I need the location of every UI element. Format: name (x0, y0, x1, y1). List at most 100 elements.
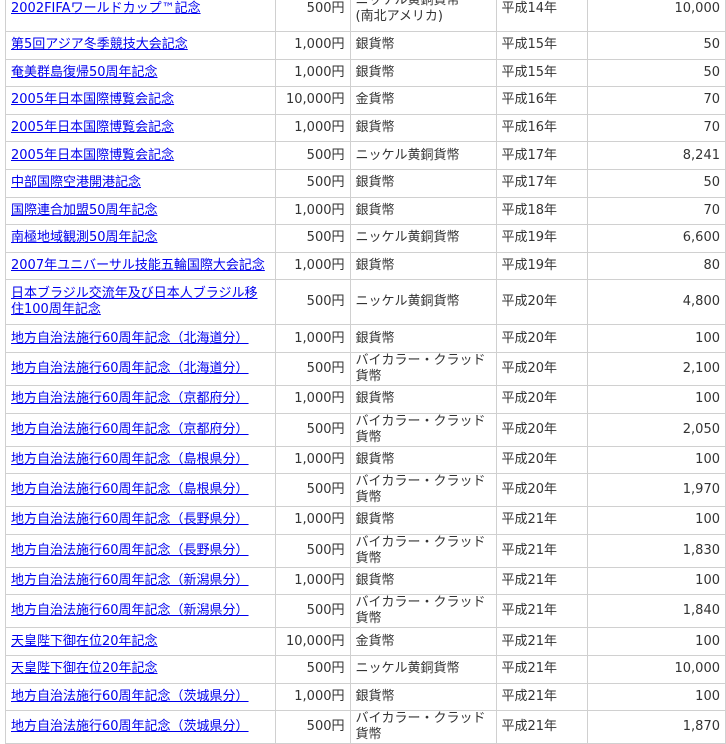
coin-name-cell: 地方自治法施行60周年記念（新潟県分） (4, 566, 277, 596)
material-cell: 金貨幣 (349, 86, 497, 115)
coin-name-link[interactable]: 地方自治法施行60周年記念（長野県分） (11, 512, 249, 527)
coin-name-link[interactable]: 2007年ユニバーサル技能五輪国際大会記念 (11, 258, 265, 273)
coin-name-link[interactable]: 地方自治法施行60周年記念（北海道分） (11, 361, 249, 376)
table-row: 2007年ユニバーサル技能五輪国際大会記念 1,000円 銀貨幣 平成19年 80 (4, 251, 726, 281)
quantity-cell: 1,870 (586, 710, 726, 744)
coin-name-link[interactable]: 2005年日本国際博覧会記念 (11, 92, 174, 107)
coin-name-link[interactable]: 地方自治法施行60周年記念（茨城県分） (11, 719, 249, 734)
material-cell: 銀貨幣 (349, 113, 497, 143)
coin-name-link[interactable]: 南極地域観測50周年記念 (11, 230, 158, 245)
quantity-cell: 2,100 (586, 351, 726, 386)
issue-year-cell: 平成21年 (495, 566, 588, 596)
face-value-cell: 500円 (275, 351, 351, 386)
coin-name-cell: 地方自治法施行60周年記念（北海道分） (4, 351, 277, 386)
face-value-cell: 1,000円 (275, 113, 351, 143)
material-cell: 銀貨幣 (349, 445, 497, 475)
coin-name-link[interactable]: 地方自治法施行60周年記念（長野県分） (11, 543, 249, 558)
coin-name-link[interactable]: 地方自治法施行60周年記念（新潟県分） (11, 603, 249, 618)
coin-name-link[interactable]: 地方自治法施行60周年記念（新潟県分） (11, 573, 249, 588)
table-row: 地方自治法施行60周年記念（新潟県分） 1,000円 銀貨幣 平成21年 100 (4, 566, 726, 596)
quantity-cell: 100 (586, 627, 726, 656)
coin-name-link[interactable]: 天皇陛下御在位20年記念 (11, 634, 158, 649)
quantity-cell: 1,970 (586, 473, 726, 508)
quantity-cell: 8,241 (586, 141, 726, 170)
issue-year-cell: 平成15年 (495, 58, 588, 88)
coin-name-link[interactable]: 2002FIFAワールドカップ™記念 (11, 1, 201, 16)
issue-year-cell: 平成20年 (495, 473, 588, 508)
coin-name-cell: 地方自治法施行60周年記念（島根県分） (4, 473, 277, 508)
face-value-cell: 500円 (275, 710, 351, 744)
coin-name-link[interactable]: 第5回アジア冬季競技大会記念 (11, 37, 188, 52)
coin-name-link[interactable]: 地方自治法施行60周年記念（島根県分） (11, 482, 249, 497)
quantity-cell: 100 (586, 445, 726, 475)
quantity-cell: 2,050 (586, 412, 726, 447)
table-row: 地方自治法施行60周年記念（北海道分） 500円 バイカラー・クラッド貨幣 平成20年… (4, 351, 726, 386)
issue-year-cell: 平成21年 (495, 627, 588, 656)
coin-name-cell: 国際連合加盟50周年記念 (4, 196, 277, 226)
coin-name-cell: 南極地域観測50周年記念 (4, 224, 277, 253)
coin-name-link[interactable]: 日本ブラジル交流年及び日本人ブラジル移住100周年記念 (11, 286, 257, 317)
issue-year-cell: 平成21年 (495, 506, 588, 535)
material-cell: 銀貨幣 (349, 682, 497, 712)
table-row: 地方自治法施行60周年記念（茨城県分） 500円 バイカラー・クラッド貨幣 平成21年… (4, 710, 726, 744)
face-value-cell: 500円 (275, 279, 351, 326)
quantity-cell: 70 (586, 86, 726, 115)
material-cell: 銀貨幣 (349, 196, 497, 226)
material-cell: バイカラー・クラッド貨幣 (349, 710, 497, 744)
coin-name-link[interactable]: 中部国際空港開港記念 (11, 175, 141, 190)
table-row: 2002FIFAワールドカップ™記念 500円 ニッケル黄銅貨幣 (南北アメリカ) 平… (4, 0, 726, 32)
material-cell: ニッケル黄銅貨幣 (349, 141, 497, 170)
quantity-cell: 6,600 (586, 224, 726, 253)
coin-name-link[interactable]: 天皇陛下御在位20年記念 (11, 661, 158, 676)
material-cell: バイカラー・クラッド貨幣 (349, 533, 497, 568)
coin-name-link[interactable]: 国際連合加盟50周年記念 (11, 203, 158, 218)
table-row: 地方自治法施行60周年記念（京都府分） 1,000円 銀貨幣 平成20年 100 (4, 384, 726, 414)
coin-name-cell: 地方自治法施行60周年記念（北海道分） (4, 324, 277, 353)
face-value-cell: 500円 (275, 533, 351, 568)
face-value-cell: 1,000円 (275, 682, 351, 712)
issue-year-cell: 平成20年 (495, 412, 588, 447)
table-row: 2005年日本国際博覧会記念 1,000円 銀貨幣 平成16年 70 (4, 113, 726, 143)
issue-year-cell: 平成21年 (495, 654, 588, 684)
issue-year-cell: 平成20年 (495, 445, 588, 475)
coin-name-cell: 天皇陛下御在位20年記念 (4, 627, 277, 656)
quantity-cell: 70 (586, 113, 726, 143)
material-cell: 銀貨幣 (349, 506, 497, 535)
coin-name-link[interactable]: 奄美群島復帰50周年記念 (11, 65, 158, 80)
material-cell: 銀貨幣 (349, 566, 497, 596)
issue-year-cell: 平成16年 (495, 113, 588, 143)
face-value-cell: 1,000円 (275, 445, 351, 475)
table-row: 地方自治法施行60周年記念（京都府分） 500円 バイカラー・クラッド貨幣 平成20年… (4, 412, 726, 447)
coin-name-cell: 地方自治法施行60周年記念（茨城県分） (4, 710, 277, 744)
material-cell: バイカラー・クラッド貨幣 (349, 594, 497, 629)
coin-name-link[interactable]: 地方自治法施行60周年記念（北海道分） (11, 331, 249, 346)
coin-table-body: 2002FIFAワールドカップ™記念 500円 ニッケル黄銅貨幣 (南北アメリカ) 平… (4, 0, 726, 744)
table-row: 2005年日本国際博覧会記念 10,000円 金貨幣 平成16年 70 (4, 86, 726, 115)
quantity-cell: 100 (586, 566, 726, 596)
coin-name-cell: 地方自治法施行60周年記念（新潟県分） (4, 594, 277, 629)
coin-name-cell: 2005年日本国際博覧会記念 (4, 86, 277, 115)
coin-name-link[interactable]: 地方自治法施行60周年記念（京都府分） (11, 422, 249, 437)
material-cell: ニッケル黄銅貨幣 (南北アメリカ) (349, 0, 497, 32)
face-value-cell: 500円 (275, 141, 351, 170)
coin-name-link[interactable]: 2005年日本国際博覧会記念 (11, 148, 174, 163)
quantity-cell: 80 (586, 251, 726, 281)
material-cell: 銀貨幣 (349, 251, 497, 281)
coin-name-link[interactable]: 地方自治法施行60周年記念（京都府分） (11, 391, 249, 406)
coin-name-cell: 中部国際空港開港記念 (4, 168, 277, 198)
table-row: 第5回アジア冬季競技大会記念 1,000円 銀貨幣 平成15年 50 (4, 31, 726, 60)
issue-year-cell: 平成15年 (495, 31, 588, 60)
face-value-cell: 500円 (275, 594, 351, 629)
coin-name-cell: 日本ブラジル交流年及び日本人ブラジル移住100周年記念 (4, 279, 277, 326)
coin-name-link[interactable]: 2005年日本国際博覧会記念 (11, 120, 174, 135)
coin-name-link[interactable]: 地方自治法施行60周年記念（島根県分） (11, 452, 249, 467)
material-cell: バイカラー・クラッド貨幣 (349, 473, 497, 508)
issue-year-cell: 平成21年 (495, 682, 588, 712)
material-cell: 金貨幣 (349, 627, 497, 656)
table-row: 南極地域観測50周年記念 500円 ニッケル黄銅貨幣 平成19年 6,600 (4, 224, 726, 253)
material-cell: 銀貨幣 (349, 31, 497, 60)
quantity-cell: 100 (586, 384, 726, 414)
material-cell: ニッケル黄銅貨幣 (349, 654, 497, 684)
face-value-cell: 500円 (275, 224, 351, 253)
coin-name-link[interactable]: 地方自治法施行60周年記念（茨城県分） (11, 689, 249, 704)
